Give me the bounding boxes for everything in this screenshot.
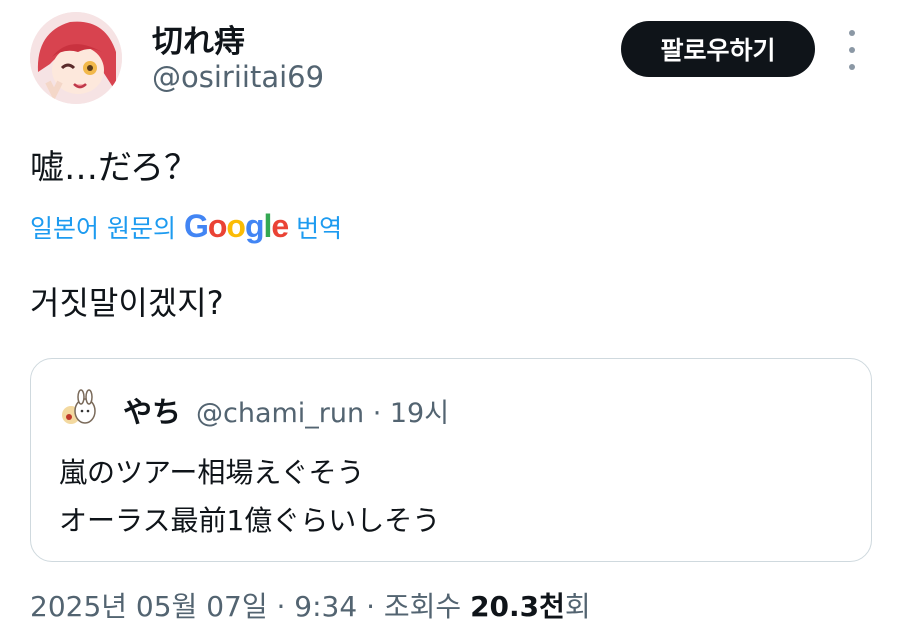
view-suffix: 회 bbox=[564, 590, 591, 623]
translation-attribution[interactable]: 일본어 원문의 Google 번역 bbox=[30, 208, 342, 245]
quoted-author-avatar[interactable] bbox=[59, 389, 99, 429]
more-options-icon[interactable] bbox=[836, 30, 868, 70]
tweet-timestamp-views: 2025년 05월 07일 · 9:34 · 조회수 20.3천회 bbox=[30, 585, 591, 625]
view-count: 20.3천 bbox=[470, 590, 565, 623]
quoted-text-line: 嵐のツアー相場えぐそう bbox=[59, 456, 365, 489]
timestamp[interactable]: 2025년 05월 07일 · 9:34 · 조회수 bbox=[30, 590, 470, 623]
author-handle[interactable]: @osiriitai69 bbox=[152, 60, 324, 94]
quoted-text-line: オーラス最前1億ぐらいしそう bbox=[59, 504, 441, 537]
google-logo: Google bbox=[183, 208, 289, 244]
translated-text: 거짓말이겠지? bbox=[30, 284, 224, 322]
quoted-tweet-card[interactable]: やち @chami_run · 19시 嵐のツアー相場えぐそう オーラス最前1億… bbox=[30, 358, 872, 562]
author-avatar[interactable] bbox=[30, 12, 122, 104]
follow-button[interactable]: 팔로우하기 bbox=[621, 21, 815, 77]
anime-avatar-image bbox=[30, 12, 122, 104]
author-display-name[interactable]: 切れ痔 bbox=[152, 16, 245, 61]
translate-prefix: 일본어 원문의 bbox=[30, 213, 176, 243]
quoted-author-name[interactable]: やち bbox=[123, 389, 181, 431]
tweet-text: 嘘…だろ？ bbox=[30, 148, 198, 188]
translate-suffix: 번역 bbox=[296, 213, 343, 243]
quoted-author-meta[interactable]: @chami_run · 19시 bbox=[196, 391, 449, 430]
